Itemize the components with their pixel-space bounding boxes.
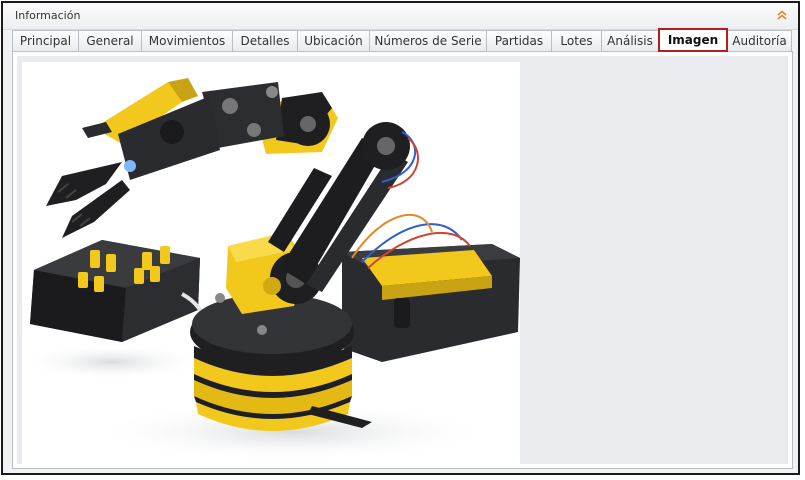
tab-general[interactable]: General	[78, 30, 142, 51]
image-viewer	[17, 56, 788, 466]
tab-movimientos[interactable]: Movimientos	[141, 30, 233, 51]
tab-strip: Principal General Movimientos Detalles U…	[12, 28, 792, 52]
upper-arm	[202, 82, 338, 154]
tab-numeros-de-serie[interactable]: Números de Serie	[369, 30, 487, 51]
tab-detalles[interactable]: Detalles	[232, 30, 298, 51]
tab-imagen[interactable]: Imagen	[658, 28, 728, 52]
information-panel: Información Principal General Movimiento…	[1, 1, 800, 475]
remote-controller	[30, 240, 210, 342]
product-image	[22, 62, 520, 466]
panel-header: Información	[3, 3, 798, 30]
chevron-up-icon[interactable]	[776, 9, 788, 21]
panel-title: Información	[15, 9, 81, 22]
tab-partidas[interactable]: Partidas	[486, 30, 552, 51]
tab-lotes[interactable]: Lotes	[551, 30, 602, 51]
tab-auditoria[interactable]: Auditoría	[727, 30, 792, 51]
robotic-arm-illustration	[22, 78, 520, 462]
tab-analisis[interactable]: Análisis	[601, 30, 659, 51]
tab-ubicacion[interactable]: Ubicación	[297, 30, 370, 51]
gripper	[46, 78, 220, 238]
tab-content-imagen	[12, 51, 793, 469]
tab-principal[interactable]: Principal	[12, 30, 79, 51]
